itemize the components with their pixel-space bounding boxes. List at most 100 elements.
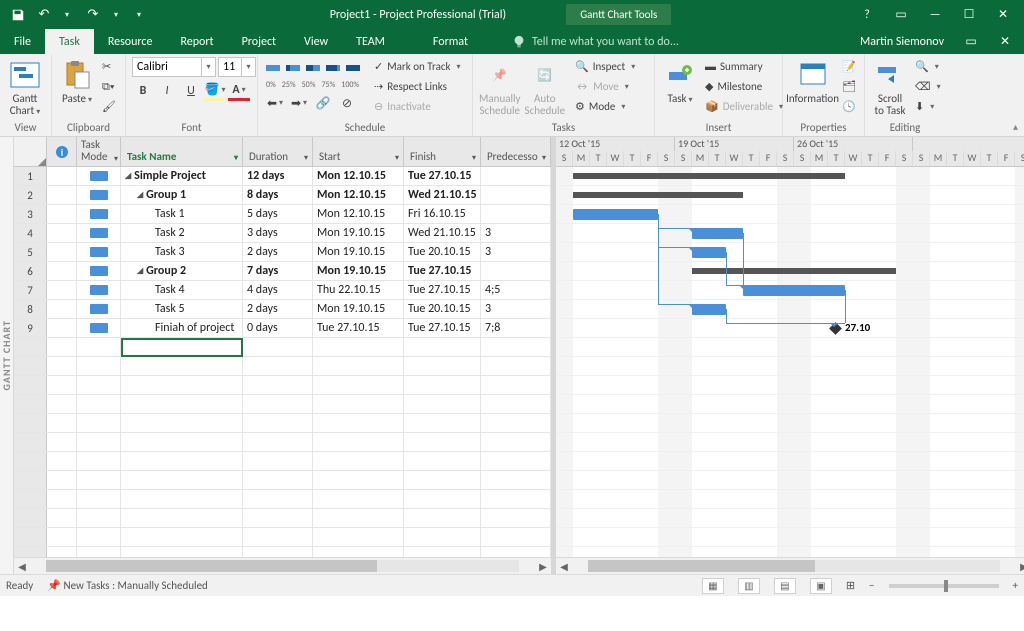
tab-task[interactable]: Task bbox=[45, 29, 94, 54]
move-button[interactable]: ↔ Move bbox=[573, 77, 637, 96]
col-indicators[interactable]: i bbox=[47, 137, 77, 166]
inspect-button[interactable]: 🔍 Inspect bbox=[573, 57, 637, 76]
close-icon[interactable]: ✕ bbox=[986, 4, 1020, 26]
gantt-hscroll[interactable]: ◀▶ bbox=[556, 557, 1024, 574]
table-row[interactable]: 6Group 27 daysMon 19.10.15Tue 27.10.15 bbox=[14, 262, 551, 281]
maximize-icon[interactable]: ☐ bbox=[952, 4, 986, 26]
auto-schedule-button[interactable]: 🔄 Auto Schedule bbox=[525, 57, 566, 119]
unlink-button[interactable]: ⊘ bbox=[336, 93, 358, 113]
redo-button[interactable]: ↷ bbox=[81, 4, 105, 26]
link-button[interactable]: 🔗 bbox=[312, 93, 334, 113]
table-row[interactable] bbox=[14, 509, 551, 528]
font-size-input[interactable] bbox=[218, 57, 242, 77]
bold-button[interactable]: B bbox=[132, 81, 154, 101]
table-row[interactable] bbox=[14, 452, 551, 471]
respect-links-button[interactable]: ⇢ Respect Links bbox=[372, 77, 463, 96]
table-row[interactable] bbox=[14, 490, 551, 509]
table-row[interactable]: 3Task 15 daysMon 12.10.15Fri 16.10.15 bbox=[14, 205, 551, 224]
summary-button[interactable]: ▬ Summary bbox=[703, 57, 785, 76]
doc-restore-icon[interactable]: ▭ bbox=[954, 31, 988, 53]
tab-project[interactable]: Project bbox=[228, 29, 290, 54]
scroll-to-task-button[interactable]: Scroll to Task bbox=[871, 57, 909, 119]
col-task-name[interactable]: Task Name▾ bbox=[121, 137, 243, 166]
undo-button[interactable]: ↶ bbox=[32, 4, 56, 26]
undo-dropdown[interactable]: ▾ bbox=[55, 4, 79, 26]
col-predecessors[interactable]: Predecesso▾ bbox=[481, 137, 551, 166]
mode-button[interactable]: ⚙ Mode bbox=[573, 97, 637, 116]
zoom-out[interactable]: − bbox=[869, 579, 874, 592]
doc-close-icon[interactable]: ✕ bbox=[988, 31, 1022, 53]
ribbon-options-icon[interactable]: ▭ bbox=[884, 4, 918, 26]
table-row[interactable]: 7Task 44 daysThu 22.10.15Tue 27.10.154;5 bbox=[14, 281, 551, 300]
pct-100[interactable] bbox=[344, 57, 362, 77]
zoom-slider[interactable] bbox=[889, 584, 999, 588]
table-row[interactable] bbox=[14, 528, 551, 547]
view-name-vertical[interactable]: GANTT CHART bbox=[0, 137, 14, 574]
pct-50[interactable] bbox=[304, 57, 322, 77]
table-row[interactable]: 1Simple Project12 daysMon 12.10.15Tue 27… bbox=[14, 167, 551, 186]
select-all[interactable] bbox=[14, 137, 47, 166]
timeline-button[interactable]: 🕓 bbox=[840, 97, 858, 116]
table-row[interactable]: 9Finiah of project0 daysTue 27.10.15Tue … bbox=[14, 319, 551, 338]
mark-on-track-button[interactable]: ✓ Mark on Track bbox=[372, 57, 463, 76]
details-button[interactable]: 🗂 bbox=[840, 77, 858, 96]
table-row[interactable] bbox=[14, 357, 551, 376]
clear-button[interactable]: ⌫ bbox=[913, 77, 943, 96]
font-color-button[interactable]: A bbox=[228, 81, 250, 101]
col-task-mode[interactable]: Task Mode▾ bbox=[77, 137, 121, 166]
table-row[interactable] bbox=[14, 414, 551, 433]
redo-dropdown[interactable]: ▾ bbox=[104, 4, 128, 26]
paste-button[interactable]: Paste bbox=[58, 57, 96, 119]
help-icon[interactable]: ? bbox=[850, 4, 884, 26]
italic-button[interactable]: I bbox=[156, 81, 178, 101]
font-name-combo[interactable]: ▾ bbox=[132, 57, 216, 77]
view-shortcut-3[interactable]: ▤ bbox=[774, 578, 796, 594]
collapse-ribbon-icon[interactable]: ▴ bbox=[1013, 120, 1018, 133]
font-name-input[interactable] bbox=[132, 57, 202, 77]
table-row[interactable] bbox=[14, 376, 551, 395]
view-shortcut-2[interactable]: ▥ bbox=[738, 578, 760, 594]
table-row[interactable] bbox=[14, 338, 551, 357]
minimize-icon[interactable]: — bbox=[918, 4, 952, 26]
col-duration[interactable]: Duration▾ bbox=[243, 137, 313, 166]
tell-me-box[interactable]: Tell me what you want to do... bbox=[482, 29, 850, 54]
find-button[interactable]: 🔍 bbox=[913, 57, 943, 76]
deliverable-button[interactable]: 📦 Deliverable bbox=[703, 97, 785, 116]
col-finish[interactable]: Finish▾ bbox=[404, 137, 481, 166]
underline-button[interactable]: U bbox=[180, 81, 202, 101]
status-newtasks[interactable]: 📌 New Tasks : Manually Scheduled bbox=[47, 579, 208, 592]
table-row[interactable]: 8Task 52 daysMon 19.10.15Tue 20.10.153 bbox=[14, 300, 551, 319]
gantt-chart-button[interactable]: Gantt Chart bbox=[6, 57, 44, 119]
gantt-body[interactable]: 27.10 bbox=[556, 167, 1024, 557]
fill-button[interactable]: ⬇ bbox=[913, 97, 943, 116]
view-shortcut-1[interactable]: ▦ bbox=[702, 578, 724, 594]
user-name[interactable]: Martin Siemonov bbox=[850, 29, 954, 54]
table-row[interactable] bbox=[14, 433, 551, 452]
table-row[interactable]: 4Task 23 daysMon 19.10.15Wed 21.10.153 bbox=[14, 224, 551, 243]
information-button[interactable]: Information bbox=[789, 57, 836, 119]
font-size-combo[interactable]: ▾ bbox=[218, 57, 256, 77]
manually-schedule-button[interactable]: 📌 Manually Schedule bbox=[479, 57, 521, 119]
tab-file[interactable]: File bbox=[0, 29, 45, 54]
indent-button[interactable]: ➡ bbox=[288, 93, 310, 113]
tab-format[interactable]: Format bbox=[419, 29, 482, 54]
cut-button[interactable]: ✂ bbox=[100, 57, 118, 76]
tab-report[interactable]: Report bbox=[166, 29, 227, 54]
milestone-button[interactable]: ◆ Milestone bbox=[703, 77, 785, 96]
table-row[interactable]: 2Group 18 daysMon 12.10.15Wed 21.10.15 bbox=[14, 186, 551, 205]
table-row[interactable] bbox=[14, 547, 551, 557]
tab-view[interactable]: View bbox=[290, 29, 342, 54]
view-shortcut-4[interactable]: ▣ bbox=[810, 578, 832, 594]
format-painter-button[interactable]: 🖌 bbox=[100, 97, 118, 116]
zoom-fit[interactable]: ⊞ bbox=[846, 579, 855, 592]
inactivate-button[interactable]: ⊖ Inactivate bbox=[372, 97, 463, 116]
table-row[interactable] bbox=[14, 395, 551, 414]
notes-button[interactable]: 📝 bbox=[840, 57, 858, 76]
tab-team[interactable]: TEAM bbox=[342, 29, 399, 54]
outdent-button[interactable]: ⬅ bbox=[264, 93, 286, 113]
grid-body[interactable]: 1Simple Project12 daysMon 12.10.15Tue 27… bbox=[14, 167, 551, 557]
timescale[interactable]: 12 Oct '1519 Oct '1526 Oct '15 SMTWTFSSM… bbox=[556, 137, 1024, 167]
pct-0[interactable] bbox=[264, 57, 282, 77]
table-row[interactable] bbox=[14, 471, 551, 490]
col-start[interactable]: Start▾ bbox=[313, 137, 404, 166]
